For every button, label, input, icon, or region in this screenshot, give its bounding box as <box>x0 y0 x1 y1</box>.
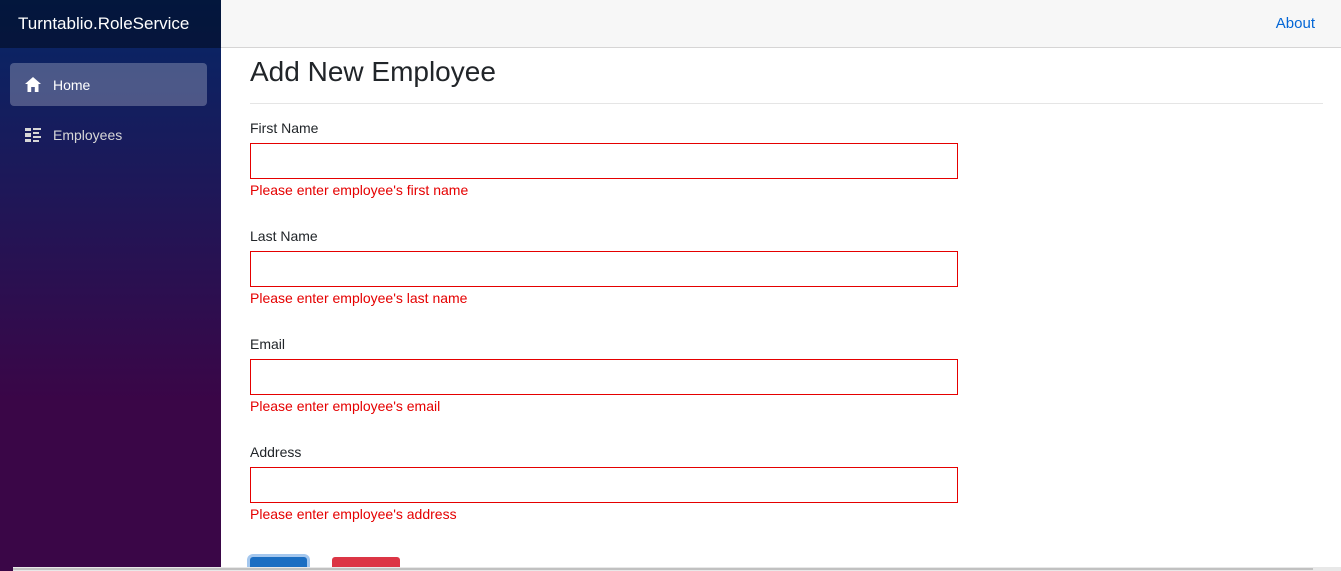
email-label: Email <box>250 336 286 352</box>
first-name-label: First Name <box>250 120 319 136</box>
address-label: Address <box>250 444 302 460</box>
email-error: Please enter employee's email <box>250 398 441 414</box>
email-group: Email Please enter employee's email <box>250 335 958 415</box>
about-link[interactable]: About <box>1276 15 1315 32</box>
sidebar-item-employees[interactable]: Employees <box>10 113 207 156</box>
address-error: Please enter employee's address <box>250 506 457 522</box>
address-group: Address Please enter employee's address <box>250 443 958 523</box>
page-title: Add New Employee <box>250 57 1323 104</box>
sidebar-item-label: Employees <box>53 126 123 143</box>
sidebar: Turntablio.RoleService Home Employees <box>0 0 221 571</box>
nav-menu: Home Employees <box>0 48 221 156</box>
last-name-group: Last Name Please enter employee's last n… <box>250 227 958 307</box>
last-name-label: Last Name <box>250 228 318 244</box>
app-brand[interactable]: Turntablio.RoleService <box>0 0 221 48</box>
main-content: Add New Employee First Name Please enter… <box>250 48 1323 571</box>
scrollbar-thumb[interactable] <box>13 568 1313 570</box>
sidebar-item-label: Home <box>53 76 91 93</box>
sidebar-item-home[interactable]: Home <box>10 63 207 106</box>
home-icon <box>24 76 42 94</box>
brand-label: Turntablio.RoleService <box>18 14 190 33</box>
top-bar: About <box>221 0 1341 48</box>
email-input[interactable] <box>250 359 958 395</box>
last-name-input[interactable] <box>250 251 958 287</box>
first-name-error: Please enter employee's first name <box>250 182 469 198</box>
first-name-input[interactable] <box>250 143 958 179</box>
address-input[interactable] <box>250 467 958 503</box>
last-name-error: Please enter employee's last name <box>250 290 468 306</box>
first-name-group: First Name Please enter employee's first… <box>250 119 958 199</box>
horizontal-scrollbar[interactable] <box>13 567 1341 571</box>
list-icon <box>24 126 42 144</box>
